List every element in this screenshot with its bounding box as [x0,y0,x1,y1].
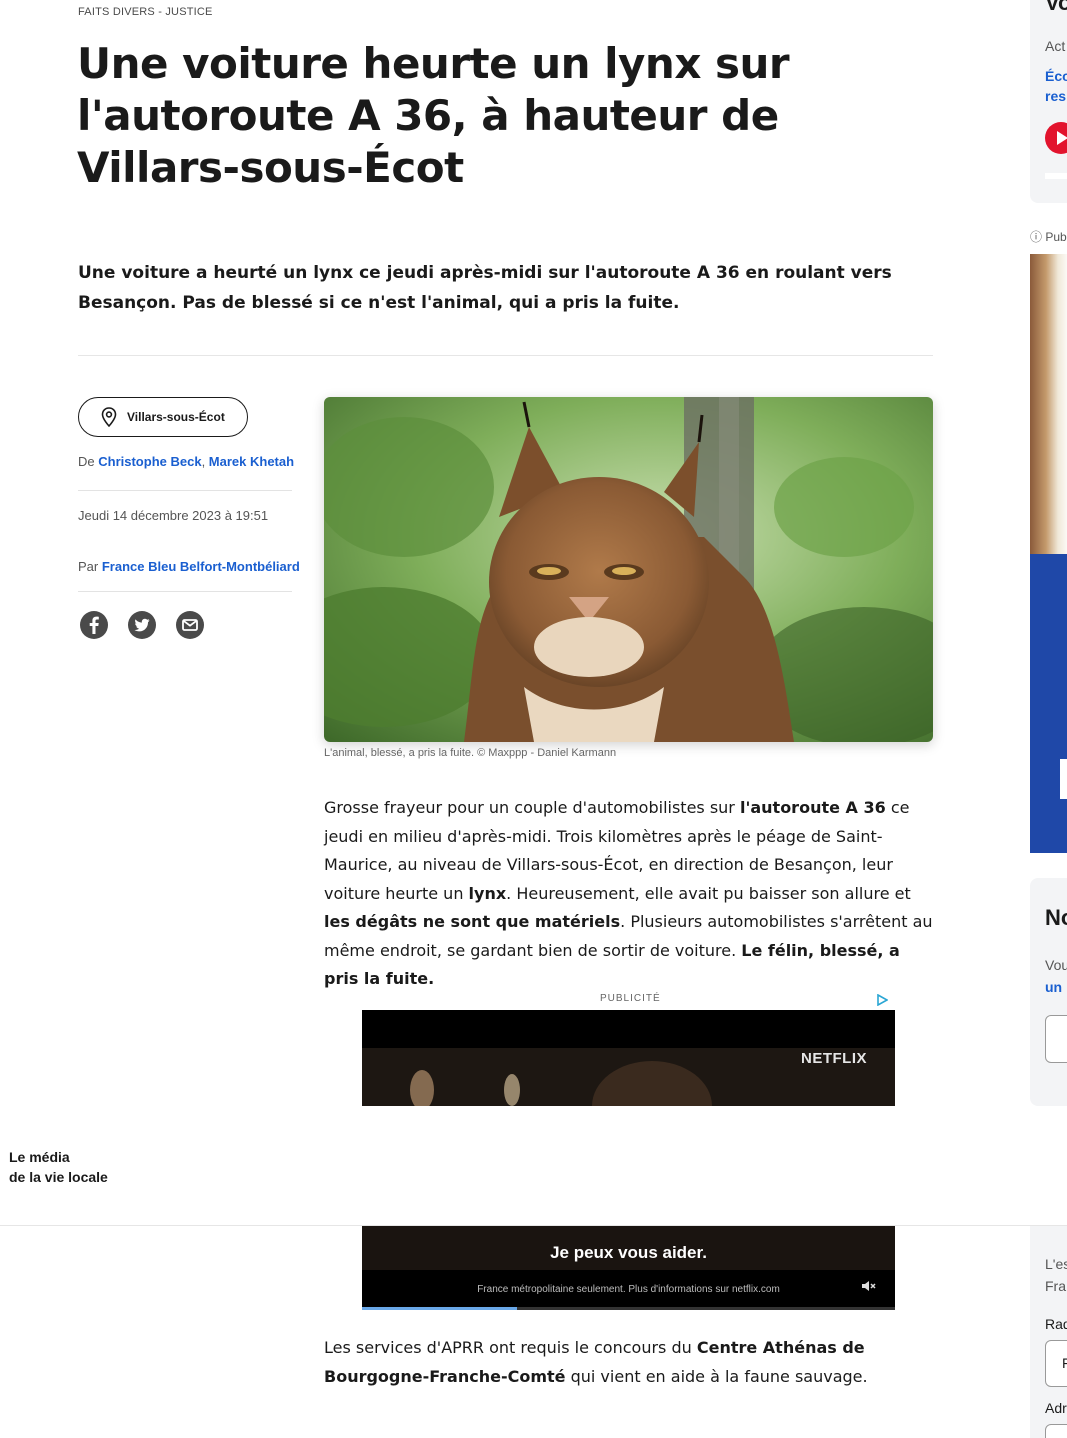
photo-caption: L'animal, blessé, a pris la fuite. © Max… [324,747,617,759]
newsletter-link[interactable]: un [1045,979,1062,995]
ad-disclaimer: France métropolitaine seulement. Plus d'… [477,1284,780,1295]
location-pin-icon [101,407,117,427]
rail-card-title: Vo [1045,0,1067,15]
rail-ad-label: ⓘ Pub [1030,230,1067,244]
location-tag-button[interactable]: Villars-sous-Écot [78,397,248,437]
rail-ad-image[interactable] [1030,254,1067,554]
newsletter-text: Vou [1045,957,1067,973]
rail-progress [1045,173,1067,179]
play-icon [1057,131,1067,145]
ad-progress-fill [362,1307,517,1310]
site-tagline: Le média de la vie locale [9,1149,108,1185]
radio-select-value: F [1062,1355,1067,1371]
ad-video[interactable]: NETFLIX [362,1010,895,1106]
rail-ad-banner[interactable] [1030,554,1067,853]
play-button[interactable] [1045,122,1067,154]
divider [78,490,292,491]
article-lede: Une voiture a heurté un lynx ce jeudi ap… [78,263,892,313]
ad-progress-bar [362,1307,895,1310]
article-photo [324,397,933,742]
rail-card-link[interactable]: Éco res [1045,66,1067,106]
netflix-logo: NETFLIX [801,1050,867,1067]
address-label: Adr [1045,1400,1067,1416]
divider [78,355,933,356]
par-prefix: Par [78,559,99,574]
share-email-button[interactable] [175,610,205,640]
address-input[interactable] [1045,1424,1067,1438]
author-separator: , [201,454,209,469]
lynx-photo [324,397,933,742]
rail-ad-cta[interactable] [1060,759,1067,799]
location-label: Villars-sous-Écot [127,410,225,424]
article-paragraph-2: Les services d'APRR ont requis le concou… [324,1338,868,1386]
radio-select[interactable]: F [1045,1340,1067,1387]
by-prefix: De [78,454,95,469]
ad-label: PUBLICITÉ [600,993,661,1004]
twitter-icon [128,611,156,639]
source-link[interactable]: France Bleu Belfort-Montbéliard [102,559,300,574]
speaker-muted-icon [862,1281,876,1291]
publish-date: Jeudi 14 décembre 2023 à 19:51 [78,508,269,523]
newsletter-email-input[interactable] [1045,1015,1067,1063]
author-link-1[interactable]: Christophe Beck [98,454,201,469]
share-twitter-button[interactable] [127,610,157,640]
share-facebook-button[interactable] [79,610,109,640]
divider [78,591,292,592]
email-icon [176,611,204,639]
newsletter-title: No [1045,905,1067,930]
radio-card-text: L'es Fra [1045,1256,1067,1294]
article-paragraph-1: Grosse frayeur pour un couple d'automobi… [324,798,933,988]
adchoices-icon [877,993,889,1007]
radio-select-label: Rad [1045,1316,1067,1332]
rail-card-subtitle: Act [1045,38,1066,54]
source-line: Par France Bleu Belfort-Montbéliard [78,559,300,574]
mute-button[interactable] [861,1280,877,1295]
authors-line: De Christophe Beck, Marek Khetah [78,454,294,469]
breadcrumb[interactable]: FAITS DIVERS - JUSTICE [78,6,213,18]
ad-video-bottom[interactable]: Je peux vous aider. France métropolitain… [362,1226,895,1310]
facebook-icon [80,611,108,639]
sticky-footer-band [0,1106,1067,1226]
ad-tagline: Je peux vous aider. [550,1243,707,1262]
author-link-2[interactable]: Marek Khetah [209,454,294,469]
page-title: Une voiture heurte un lynx sur l'autorou… [77,39,790,192]
adchoices-button[interactable] [876,993,889,1007]
